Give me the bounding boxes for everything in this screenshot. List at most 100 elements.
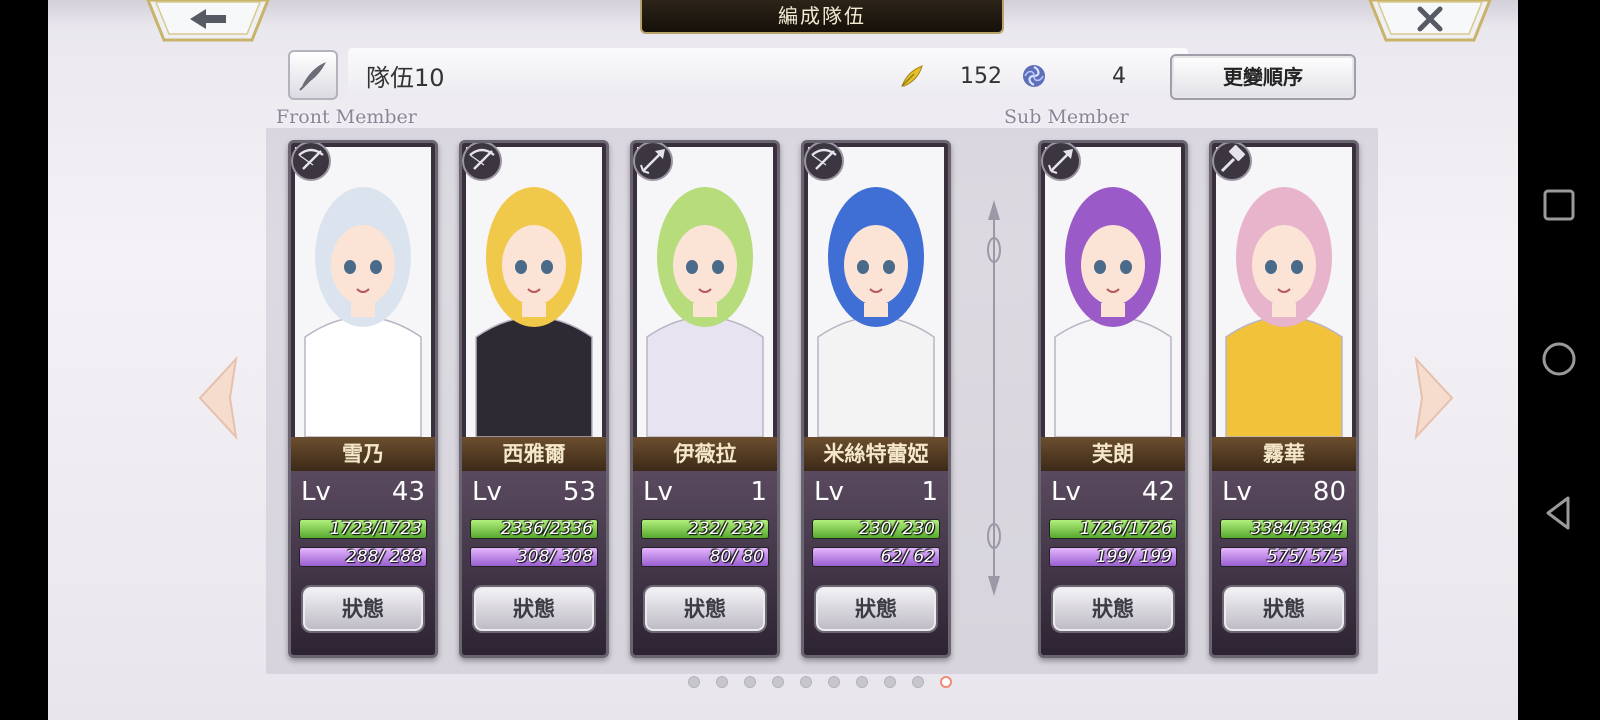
- team-pagination: [688, 676, 968, 692]
- page-dot[interactable]: [716, 676, 728, 688]
- member-stats: Lv 42 1726/1726 199/ 199 狀態: [1041, 471, 1185, 655]
- mp-value: 199/ 199: [1095, 547, 1172, 567]
- member-divider-ornament: [987, 200, 1001, 596]
- page-dot[interactable]: [856, 676, 868, 688]
- member-stats: Lv 1 232/ 232 80/ 80 狀態: [633, 471, 777, 655]
- member-portrait[interactable]: [637, 147, 773, 437]
- member-portrait[interactable]: [1045, 147, 1181, 437]
- hammer-icon: [1212, 143, 1252, 181]
- mp-bar: 199/ 199: [1049, 547, 1177, 567]
- close-icon: [1368, 0, 1492, 42]
- close-button[interactable]: [1366, 0, 1494, 42]
- status-button[interactable]: 狀態: [645, 587, 765, 631]
- member-stats: Lv 80 3384/3384 575/ 575 狀態: [1212, 471, 1356, 655]
- arrow-icon: [1041, 143, 1081, 181]
- member-stats: Lv 53 2336/2336 308/ 308 狀態: [462, 471, 606, 655]
- member-name: 米絲特蕾婭: [804, 437, 948, 471]
- hp-value: 3384/3384: [1250, 519, 1343, 539]
- recent-apps-button[interactable]: [1538, 184, 1580, 226]
- level-value: 80: [1312, 477, 1346, 507]
- mp-bar: 80/ 80: [641, 547, 769, 567]
- character-art: [637, 147, 773, 437]
- hp-bar: 2336/2336: [470, 519, 598, 539]
- level-label: Lv: [643, 477, 673, 507]
- page-dot[interactable]: [940, 676, 952, 688]
- mp-value: 80/ 80: [709, 547, 764, 567]
- member-stats: Lv 43 1723/1723 288/ 288 狀態: [291, 471, 435, 655]
- status-button[interactable]: 狀態: [1053, 587, 1173, 631]
- feather-icon: [901, 65, 923, 87]
- mp-bar: 62/ 62: [812, 547, 940, 567]
- back-arrow-icon: [146, 0, 270, 42]
- system-nav-bar: [1518, 0, 1600, 720]
- hp-bar: 1726/1726: [1049, 519, 1177, 539]
- front-member-label: Front Member: [276, 106, 417, 128]
- member-card[interactable]: 米絲特蕾婭 Lv 1 230/ 230 62/ 62 狀態: [801, 140, 951, 658]
- page-dot[interactable]: [828, 676, 840, 688]
- level-label: Lv: [1051, 477, 1081, 507]
- page-dot[interactable]: [800, 676, 812, 688]
- mp-bar: 575/ 575: [1220, 547, 1348, 567]
- character-art: [466, 147, 602, 437]
- team-bar: [348, 48, 1188, 96]
- spirit-orb-icon: [1023, 65, 1045, 87]
- quill-icon: [299, 62, 326, 91]
- level-label: Lv: [1222, 477, 1252, 507]
- level-value: 42: [1141, 477, 1175, 507]
- rename-team-button[interactable]: [288, 50, 338, 100]
- member-portrait[interactable]: [295, 147, 431, 437]
- level-label: Lv: [472, 477, 502, 507]
- next-team-button[interactable]: [1410, 355, 1456, 441]
- character-art: [1045, 147, 1181, 437]
- mp-value: 62/ 62: [880, 547, 935, 567]
- page-dot[interactable]: [912, 676, 924, 688]
- hp-value: 2336/2336: [500, 519, 593, 539]
- hp-value: 1723/1723: [329, 519, 422, 539]
- member-card[interactable]: 伊薇拉 Lv 1 232/ 232 80/ 80 狀態: [630, 140, 780, 658]
- member-portrait[interactable]: [1216, 147, 1352, 437]
- status-button[interactable]: 狀態: [816, 587, 936, 631]
- game-screen: 編成隊伍 隊伍10 152 4 更變順序 Front Member Sub Me…: [48, 0, 1518, 720]
- status-button[interactable]: 狀態: [1224, 587, 1344, 631]
- page-dot[interactable]: [884, 676, 896, 688]
- character-art: [295, 147, 431, 437]
- page-dot[interactable]: [688, 676, 700, 688]
- hp-value: 230/ 230: [858, 519, 935, 539]
- arrow-icon: [633, 143, 673, 181]
- member-card[interactable]: 雪乃 Lv 43 1723/1723 288/ 288 狀態: [288, 140, 438, 658]
- member-stats: Lv 1 230/ 230 62/ 62 狀態: [804, 471, 948, 655]
- prev-team-button[interactable]: [196, 355, 242, 441]
- character-art: [1216, 147, 1352, 437]
- crossbow-icon: [291, 143, 331, 181]
- member-name: 芙朗: [1041, 437, 1185, 471]
- member-card[interactable]: 西雅爾 Lv 53 2336/2336 308/ 308 狀態: [459, 140, 609, 658]
- character-art: [808, 147, 944, 437]
- status-button[interactable]: 狀態: [474, 587, 594, 631]
- back-button[interactable]: [144, 0, 272, 42]
- status-button[interactable]: 狀態: [303, 587, 423, 631]
- page-dot[interactable]: [744, 676, 756, 688]
- mp-bar: 308/ 308: [470, 547, 598, 567]
- member-name: 西雅爾: [462, 437, 606, 471]
- hp-bar: 230/ 230: [812, 519, 940, 539]
- level-label: Lv: [814, 477, 844, 507]
- page-title: 編成隊伍: [640, 0, 1004, 34]
- member-card[interactable]: 霧華 Lv 80 3384/3384 575/ 575 狀態: [1209, 140, 1359, 658]
- member-portrait[interactable]: [808, 147, 944, 437]
- circle-icon: [1542, 342, 1576, 376]
- hp-value: 1726/1726: [1079, 519, 1172, 539]
- mp-value: 288/ 288: [345, 547, 422, 567]
- level-label: Lv: [301, 477, 331, 507]
- square-icon: [1543, 189, 1575, 221]
- page-dot[interactable]: [772, 676, 784, 688]
- reorder-button[interactable]: 更變順序: [1170, 54, 1356, 100]
- home-button[interactable]: [1538, 338, 1580, 380]
- hp-value: 232/ 232: [687, 519, 764, 539]
- member-card[interactable]: 芙朗 Lv 42 1726/1726 199/ 199 狀態: [1038, 140, 1188, 658]
- member-portrait[interactable]: [466, 147, 602, 437]
- triangle-back-icon: [1546, 496, 1570, 530]
- member-name: 霧華: [1212, 437, 1356, 471]
- level-value: 1: [921, 477, 938, 507]
- team-name: 隊伍10: [366, 64, 445, 92]
- system-back-button[interactable]: [1538, 492, 1580, 534]
